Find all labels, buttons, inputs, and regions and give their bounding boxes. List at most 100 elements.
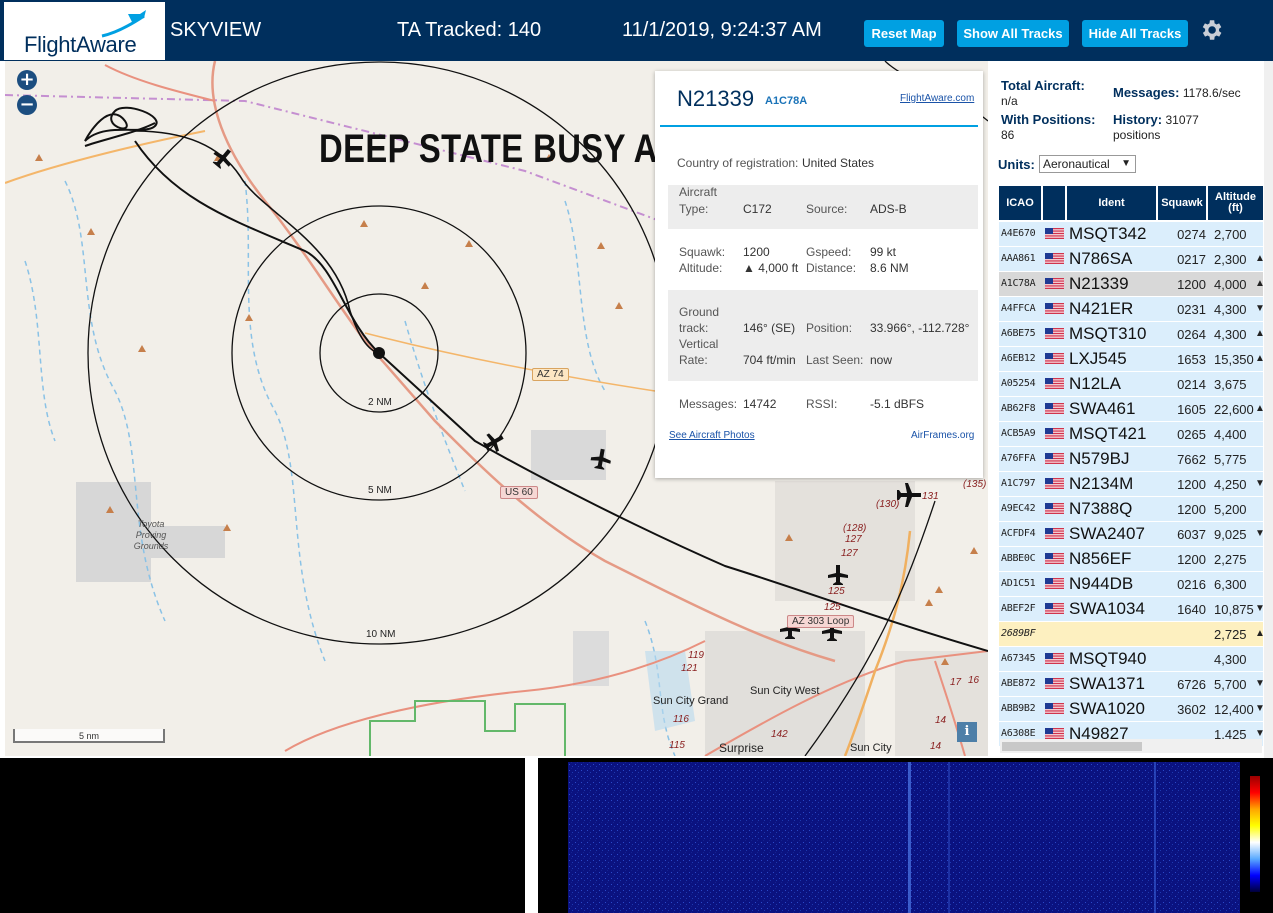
table-row[interactable]: A76FFA N579BJ 7662 5,775	[999, 447, 1263, 471]
table-row[interactable]: ABBE0C N856EF 1200 2,275	[999, 547, 1263, 571]
table-row[interactable]: A9EC42 N7388Q 1200 5,200	[999, 497, 1263, 521]
table-row[interactable]: A4E670 MSQT342 0274 2,700	[999, 222, 1263, 246]
logo-plane-icon	[101, 10, 146, 38]
row-icao: A6BE75	[1001, 328, 1036, 339]
history-unit: positions	[1113, 128, 1161, 142]
flightaware-logo[interactable]: FlightAware	[4, 2, 165, 60]
track-label: track:	[679, 321, 709, 335]
lastseen-label: Last Seen:	[806, 353, 864, 367]
zoom-in-button[interactable]: +	[17, 70, 37, 90]
units-value: Aeronautical	[1043, 157, 1110, 171]
map-view[interactable]: + − DEEP STATE BUSY A 2 NM 5 NM 10 NM AZ…	[5, 61, 988, 756]
hide-all-tracks-button[interactable]: Hide All Tracks	[1082, 20, 1188, 47]
col-ident-header[interactable]: Ident	[1067, 186, 1156, 220]
col-altitude-header[interactable]: Altitude (ft)	[1208, 186, 1263, 220]
exit-label: (130)	[876, 499, 900, 510]
units-label: Units:	[998, 157, 1035, 172]
row-squawk: 1200	[1177, 552, 1206, 567]
row-altitude-value: 2,725	[1214, 627, 1247, 642]
col-flag-header[interactable]	[1043, 186, 1065, 220]
panel-vertical-scrollbar[interactable]	[1264, 61, 1273, 758]
place-label: Toyota Proving Grounds	[133, 519, 169, 551]
table-row[interactable]: AD1C51 N944DB 0216 6,300	[999, 572, 1263, 596]
row-altitude-value: 4,400	[1214, 427, 1247, 442]
table-row[interactable]: A1C78A N21339 1200 4,000 ▲	[999, 272, 1265, 296]
row-altitude: 5,200	[1206, 502, 1263, 517]
rssi-label: RSSI:	[806, 397, 838, 411]
panel-divider	[525, 758, 538, 913]
row-ident: N786SA	[1069, 249, 1133, 268]
scroll-thumb[interactable]	[1002, 742, 1142, 751]
us-flag-icon	[1045, 278, 1064, 289]
exit-label: 116	[673, 714, 689, 725]
place-label: Surprise	[719, 741, 764, 755]
airframes-link[interactable]: AirFrames.org	[911, 430, 974, 441]
row-altitude-value: 4,300	[1214, 652, 1247, 667]
table-row[interactable]: A4FFCA N421ER 0231 4,300 ▼	[999, 297, 1265, 321]
row-altitude: 4,000 ▲	[1206, 277, 1265, 292]
row-altitude: 2,300 ▲	[1206, 252, 1265, 267]
row-icao: A4E670	[1001, 228, 1036, 239]
aircraft-photos-link[interactable]: See Aircraft Photos	[669, 430, 755, 441]
units-dropdown[interactable]: Aeronautical ▼	[1039, 155, 1136, 173]
exit-label: 131	[922, 491, 939, 502]
row-icao: A6EB12	[1001, 353, 1036, 364]
exit-label: 127	[841, 548, 858, 559]
info-button[interactable]: i	[957, 722, 977, 742]
reset-map-button[interactable]: Reset Map	[864, 20, 944, 47]
col-squawk-header[interactable]: Squawk	[1158, 186, 1206, 220]
table-row[interactable]: A05254 N12LA 0214 3,675	[999, 372, 1263, 396]
row-altitude: 3,675	[1206, 377, 1263, 392]
row-altitude: 22,600 ▲	[1206, 402, 1265, 417]
position-label: Position:	[806, 321, 853, 335]
place-label: Sun City	[850, 742, 892, 754]
spectrum-panel	[0, 758, 525, 913]
us-flag-icon	[1045, 428, 1064, 439]
row-icao: ACFDF4	[1001, 528, 1036, 539]
col-icao-header[interactable]: ICAO	[999, 186, 1041, 220]
zoom-out-button[interactable]: −	[17, 95, 37, 115]
row-altitude-value: 5,775	[1214, 452, 1247, 467]
country-value: United States	[802, 156, 875, 170]
row-ident: N856EF	[1069, 549, 1132, 568]
show-all-tracks-button[interactable]: Show All Tracks	[957, 20, 1069, 47]
exit-label: 115	[669, 740, 685, 751]
us-flag-icon	[1045, 703, 1064, 714]
table-row[interactable]: A6EB12 LXJ545 1653 15,350 ▲	[999, 347, 1265, 371]
exit-label: 121	[681, 663, 698, 674]
table-row[interactable]: A67345 MSQT940 4,300	[999, 647, 1263, 671]
row-squawk: 0217	[1177, 252, 1206, 267]
rssi-value: -5.1 dBFS	[870, 397, 925, 411]
us-flag-icon	[1045, 303, 1064, 314]
source-value: ADS-B	[870, 202, 907, 216]
distance-value: 8.6 NM	[870, 261, 909, 275]
table-row[interactable]: ACB5A9 MSQT421 0265 4,400	[999, 422, 1263, 446]
flightaware-link[interactable]: FlightAware.com	[900, 93, 974, 104]
row-icao: ABB9B2	[1001, 703, 1036, 714]
table-row[interactable]: ABB9B2 SWA1020 3602 12,400 ▼	[999, 697, 1265, 721]
us-flag-icon	[1045, 528, 1064, 539]
row-icao: A1C78A	[1001, 278, 1036, 289]
table-row[interactable]: AAA861 N786SA 0217 2,300 ▲	[999, 247, 1265, 271]
us-flag-icon	[1045, 328, 1064, 339]
table-row[interactable]: A1C797 N2134M 1200 4,250 ▼	[999, 472, 1265, 496]
position-value: 33.966°, -112.728°	[870, 321, 970, 335]
gear-icon[interactable]	[1198, 17, 1224, 43]
table-row[interactable]: ABE872 SWA1371 6726 5,700 ▼	[999, 672, 1265, 696]
table-row[interactable]: A6BE75 MSQT310 0264 4,300 ▲	[999, 322, 1265, 346]
table-row[interactable]: ABEF2F SWA1034 1640 10,875 ▼	[999, 597, 1265, 621]
table-row[interactable]: ACFDF4 SWA2407 6037 9,025 ▼	[999, 522, 1265, 546]
row-altitude: 5,775	[1206, 452, 1263, 467]
us-flag-icon	[1045, 478, 1064, 489]
exit-label: 16	[968, 675, 980, 686]
row-altitude-value: 22,600	[1214, 402, 1254, 417]
table-horizontal-scrollbar[interactable]	[1000, 739, 1262, 753]
table-row[interactable]: 2689BF 2,725 ▲	[999, 622, 1265, 646]
messages-value: 14742	[743, 397, 777, 411]
table-row[interactable]: AB62F8 SWA461 1605 22,600 ▲	[999, 397, 1265, 421]
scale-bar: 5 nm	[13, 729, 165, 743]
tracked-count: TA Tracked: 140	[397, 19, 542, 41]
us-flag-icon	[1045, 653, 1064, 664]
exit-label: 142	[771, 729, 788, 740]
row-altitude: 2,700	[1206, 227, 1263, 242]
